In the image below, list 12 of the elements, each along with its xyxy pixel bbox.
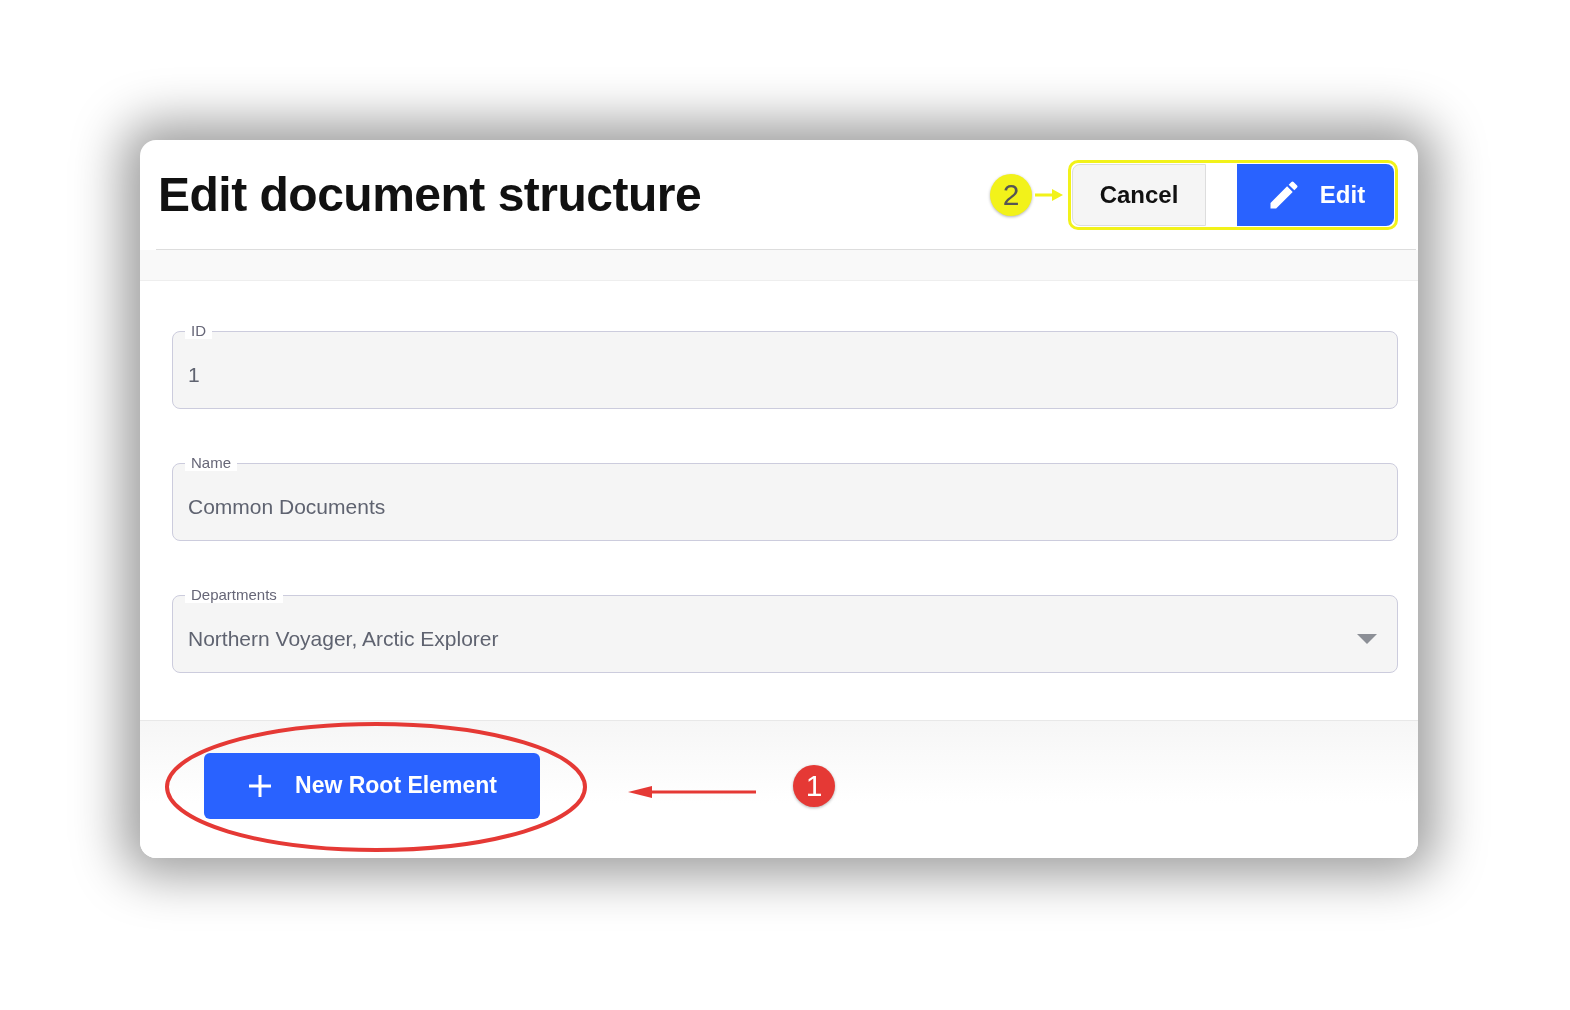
- step-badge: 1: [793, 764, 835, 807]
- dialog-title: Edit document structure: [158, 167, 702, 222]
- cancel-button[interactable]: Cancel: [1072, 163, 1206, 226]
- field-value: 1: [188, 363, 200, 387]
- field-value: Common Documents: [188, 495, 386, 519]
- field-value: Northern Voyager, Arctic Explorer: [188, 627, 499, 651]
- edit-button[interactable]: Edit: [1237, 163, 1394, 226]
- dropdown-caret-icon: [1357, 634, 1377, 644]
- new-root-element-button[interactable]: New Root Element: [204, 752, 540, 819]
- plus-icon: [247, 772, 274, 799]
- step-badge: 2: [990, 173, 1032, 216]
- pointer-arrow: [1034, 186, 1064, 203]
